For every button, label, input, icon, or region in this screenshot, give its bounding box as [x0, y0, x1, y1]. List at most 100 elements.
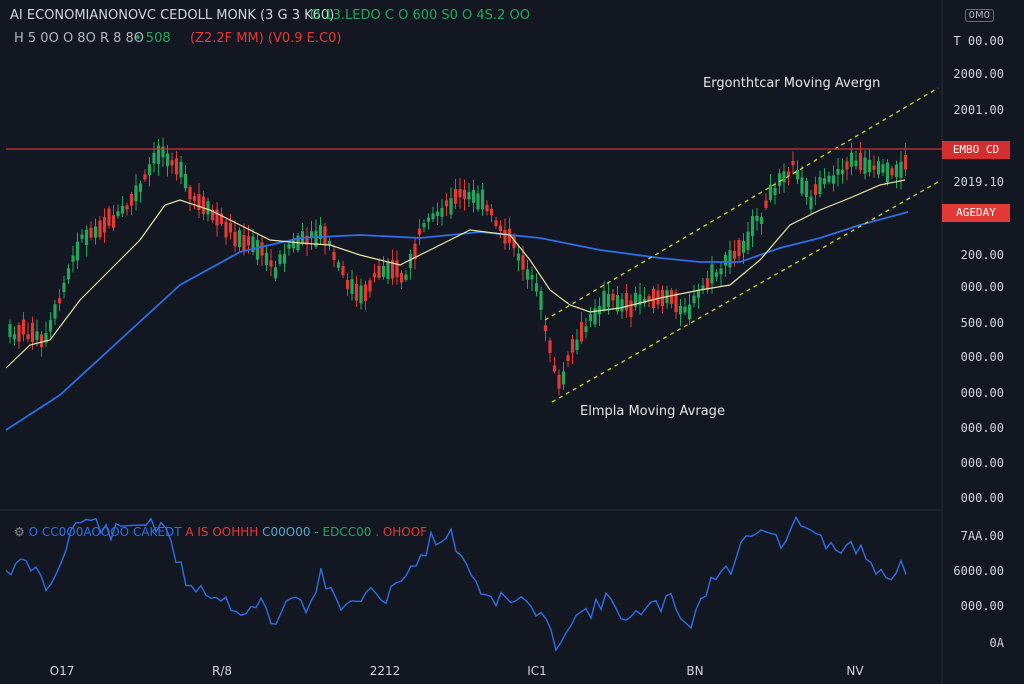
candle-body	[62, 282, 66, 292]
candle-body	[818, 177, 822, 195]
candle-body	[368, 280, 372, 292]
candle-body	[822, 178, 827, 184]
candle-body	[12, 334, 17, 340]
candle-body	[224, 221, 228, 238]
indicator-value: . OHOOF	[375, 525, 428, 539]
candle-body	[179, 161, 183, 178]
sma-annotation: Elmpla Moving Avrage	[580, 404, 725, 419]
candle-body	[858, 153, 863, 170]
candle-body	[525, 269, 530, 280]
symbol-title[interactable]: AI ECONOMIANONOVC CEDOLL MONK (3 G 3 K60…	[10, 8, 334, 23]
candle-body	[476, 193, 480, 210]
y-tick-label: T 00.00	[953, 34, 1004, 48]
candle-body	[242, 235, 246, 251]
x-tick-label: 2212	[369, 664, 401, 678]
candle-body	[417, 228, 422, 235]
candle-body	[363, 284, 368, 302]
candle-body	[746, 231, 750, 250]
candle-body	[629, 300, 633, 317]
ohlc-values: O 13.LEDO C O 600 S0 O 4S.2 OO	[310, 8, 530, 23]
candle-body	[147, 164, 152, 176]
indicator-panel-header[interactable]: ⚙ O CC0O0AOOOO CAKEDT A IS OOHHH C00O00 …	[14, 525, 427, 539]
candle-body	[84, 230, 89, 245]
candle-body	[39, 334, 44, 348]
candle-body	[557, 374, 561, 389]
candle-body	[264, 252, 269, 266]
candle-body	[804, 181, 809, 197]
candle-body	[404, 274, 408, 280]
y-tick-label: 000.00	[960, 456, 1004, 470]
candle-body	[863, 157, 867, 174]
candle-body	[719, 268, 723, 275]
candle-body	[143, 174, 147, 180]
channel-lower-line[interactable]	[551, 181, 939, 403]
settings-button[interactable]: 0M0	[964, 9, 994, 22]
candle-body	[440, 207, 444, 217]
x-tick-label: IC1	[527, 664, 547, 678]
candle-body	[624, 293, 629, 311]
candle-body	[278, 254, 282, 264]
candle-body	[215, 209, 219, 226]
candle-body	[386, 262, 390, 280]
gear-icon[interactable]: ⚙	[14, 525, 25, 539]
candle-body	[791, 160, 795, 166]
candle-body	[134, 185, 138, 202]
candle-body	[849, 152, 854, 167]
y-tick-label: 2019.10	[953, 175, 1004, 189]
candle-body	[345, 279, 350, 289]
candle-body	[17, 325, 21, 342]
candle-body	[188, 186, 192, 200]
candle-body	[777, 173, 782, 186]
candle-body	[53, 304, 57, 319]
candle-body	[21, 319, 26, 335]
header-change: • 508	[134, 31, 171, 46]
candle-body	[372, 273, 377, 278]
candle-body	[156, 145, 161, 165]
candle-body	[548, 340, 552, 354]
candle-body	[656, 290, 660, 305]
candle-body	[521, 255, 525, 270]
candle-body	[503, 229, 507, 244]
indicator-value: C00O00	[262, 525, 311, 539]
candle-body	[273, 267, 278, 279]
candle-body	[183, 173, 188, 189]
x-tick-label: R/8	[211, 664, 233, 678]
candle-body	[570, 339, 575, 353]
candle-body	[854, 160, 858, 167]
candle-body	[341, 265, 345, 276]
y-tick-label: 000.00	[960, 350, 1004, 364]
candle-body	[71, 255, 75, 262]
candle-body	[192, 196, 197, 201]
candle-body	[57, 298, 62, 304]
candle-body	[336, 262, 341, 268]
candle-body	[350, 279, 354, 294]
candle-body	[467, 192, 471, 200]
ema-annotation: Ergonthtcar Moving Avergn	[703, 76, 881, 91]
candle-body	[732, 250, 737, 259]
candle-body	[359, 285, 363, 304]
candle-body	[687, 304, 692, 320]
candle-body	[800, 177, 804, 194]
y-tick-label: 500.00	[960, 316, 1004, 330]
candle-body	[138, 183, 143, 192]
indicator-name: O CC0O0AOOOO CAKEDT	[28, 525, 182, 539]
candle-body	[489, 208, 494, 216]
candle-body	[426, 217, 431, 222]
candle-body	[899, 161, 903, 178]
candle-body	[228, 223, 233, 233]
candle-body	[827, 175, 831, 183]
price-chart[interactable]	[0, 0, 1024, 684]
candle-body	[903, 155, 908, 170]
candle-body	[696, 290, 701, 298]
candle-body	[66, 268, 71, 280]
candle-body	[795, 169, 800, 180]
candle-body	[737, 240, 741, 257]
candle-body	[674, 292, 678, 313]
candle-body	[381, 265, 386, 277]
candle-body	[584, 326, 588, 333]
y-tick-label: 2000.00	[953, 67, 1004, 81]
candle-body	[152, 152, 156, 164]
resistance-price-tag: EMBO CD	[942, 141, 1010, 159]
candle-body	[120, 205, 125, 214]
y-tick-label: 200.00	[960, 248, 1004, 262]
